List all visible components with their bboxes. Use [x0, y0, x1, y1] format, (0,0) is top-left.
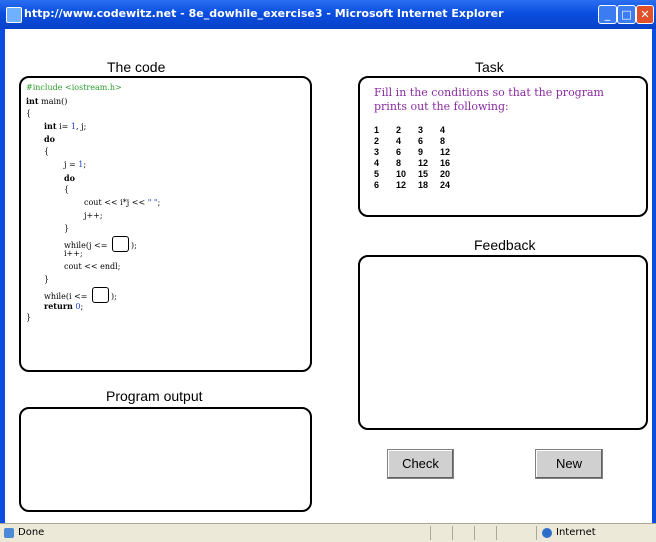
- table-cell: 3: [418, 124, 424, 135]
- window-frame-left: [0, 29, 5, 523]
- code-text: );: [111, 291, 117, 301]
- table-row: 2 4 6 8: [374, 135, 462, 146]
- table-cell: 1: [374, 124, 380, 135]
- table-cell: 4: [396, 135, 402, 146]
- table-cell: 12: [440, 146, 451, 157]
- code-brace: {: [44, 146, 50, 156]
- table-cell: 8: [396, 157, 402, 168]
- code-brace: {: [26, 108, 32, 118]
- code-text: );: [130, 240, 137, 250]
- code-text: i++;: [64, 249, 83, 259]
- status-text: Done: [18, 527, 45, 538]
- feedback-heading: Feedback: [474, 237, 536, 253]
- page-done-icon: [4, 528, 14, 538]
- table-cell: 4: [374, 157, 380, 168]
- table-row: 3 6 9 12: [374, 146, 462, 157]
- table-cell: 4: [440, 124, 446, 135]
- status-divider: [536, 526, 537, 540]
- table-cell: 6: [396, 146, 402, 157]
- code-keyword: int: [44, 121, 57, 132]
- close-icon[interactable]: ✕: [636, 5, 654, 24]
- code-text: i=: [56, 122, 71, 132]
- table-row: 4 8 12 16: [374, 157, 462, 168]
- status-divider: [452, 526, 453, 540]
- table-row: 5 10 15 20: [374, 168, 462, 179]
- table-row: 6 12 18 24: [374, 179, 462, 190]
- table-cell: 18: [418, 179, 429, 190]
- code-string: " ": [147, 198, 158, 208]
- table-cell: 2: [374, 135, 380, 146]
- while-i-condition-input[interactable]: [92, 286, 110, 303]
- code-keyword: do: [64, 172, 75, 183]
- table-cell: 16: [440, 157, 451, 168]
- code-brace: }: [64, 223, 70, 233]
- code-text: ;: [83, 159, 87, 169]
- table-cell: 12: [396, 179, 407, 190]
- table-cell: 10: [396, 168, 407, 179]
- code-text: ;: [80, 301, 84, 311]
- code-text: cout << i*j <<: [84, 198, 148, 208]
- code-text: , j;: [76, 122, 87, 132]
- program-output-panel: [19, 407, 312, 512]
- table-cell: 9: [418, 146, 424, 157]
- window-frame-right: [652, 29, 656, 523]
- status-divider: [496, 526, 497, 540]
- table-row: 1 2 3 4: [374, 124, 462, 135]
- code-keyword: return: [44, 300, 73, 311]
- table-cell: 5: [374, 168, 380, 179]
- code-listing: #include <iostream.h> int main() { int i…: [26, 82, 306, 325]
- maximize-icon[interactable]: □: [617, 5, 636, 24]
- security-zone: Internet: [556, 527, 596, 538]
- code-main: main(): [38, 96, 68, 106]
- status-bar: Done Internet: [0, 523, 656, 542]
- table-cell: 2: [396, 124, 402, 135]
- code-text: j =: [64, 159, 79, 169]
- code-text: ;: [157, 198, 161, 208]
- table-cell: 6: [374, 179, 380, 190]
- table-cell: 3: [374, 146, 380, 157]
- window-title-bar[interactable]: http://www.codewitz.net - 8e_dowhile_exe…: [0, 0, 656, 29]
- table-cell: 24: [440, 179, 451, 190]
- code-keyword: int: [26, 95, 39, 106]
- status-divider: [430, 526, 431, 540]
- minimize-icon[interactable]: _: [598, 5, 617, 24]
- expected-output-table: 1 2 3 4 2 4 6 8 3 6 9 12 4 8 12 16 5 10 …: [374, 124, 462, 190]
- output-heading: Program output: [106, 388, 203, 404]
- table-cell: 8: [440, 135, 446, 146]
- table-cell: 6: [418, 135, 424, 146]
- code-text: cout << endl;: [64, 262, 121, 272]
- internet-globe-icon: [542, 528, 552, 538]
- feedback-panel: [358, 255, 648, 430]
- table-cell: 15: [418, 168, 429, 179]
- code-include: #include <iostream.h>: [26, 83, 122, 92]
- task-description: Fill in the conditions so that the progr…: [374, 86, 604, 113]
- code-heading: The code: [107, 59, 166, 75]
- status-divider: [474, 526, 475, 540]
- table-cell: 12: [418, 157, 429, 168]
- while-j-condition-input[interactable]: [111, 235, 129, 252]
- code-brace: {: [64, 185, 70, 195]
- window-title: http://www.codewitz.net - 8e_dowhile_exe…: [24, 7, 504, 20]
- code-brace: }: [44, 274, 50, 284]
- check-button[interactable]: Check: [387, 449, 454, 479]
- code-text: j++;: [84, 210, 103, 220]
- new-button[interactable]: New: [535, 449, 603, 479]
- table-cell: 20: [440, 168, 451, 179]
- ie-icon: [6, 7, 22, 23]
- code-keyword: do: [44, 134, 55, 145]
- code-brace: }: [26, 313, 32, 323]
- task-heading: Task: [475, 59, 504, 75]
